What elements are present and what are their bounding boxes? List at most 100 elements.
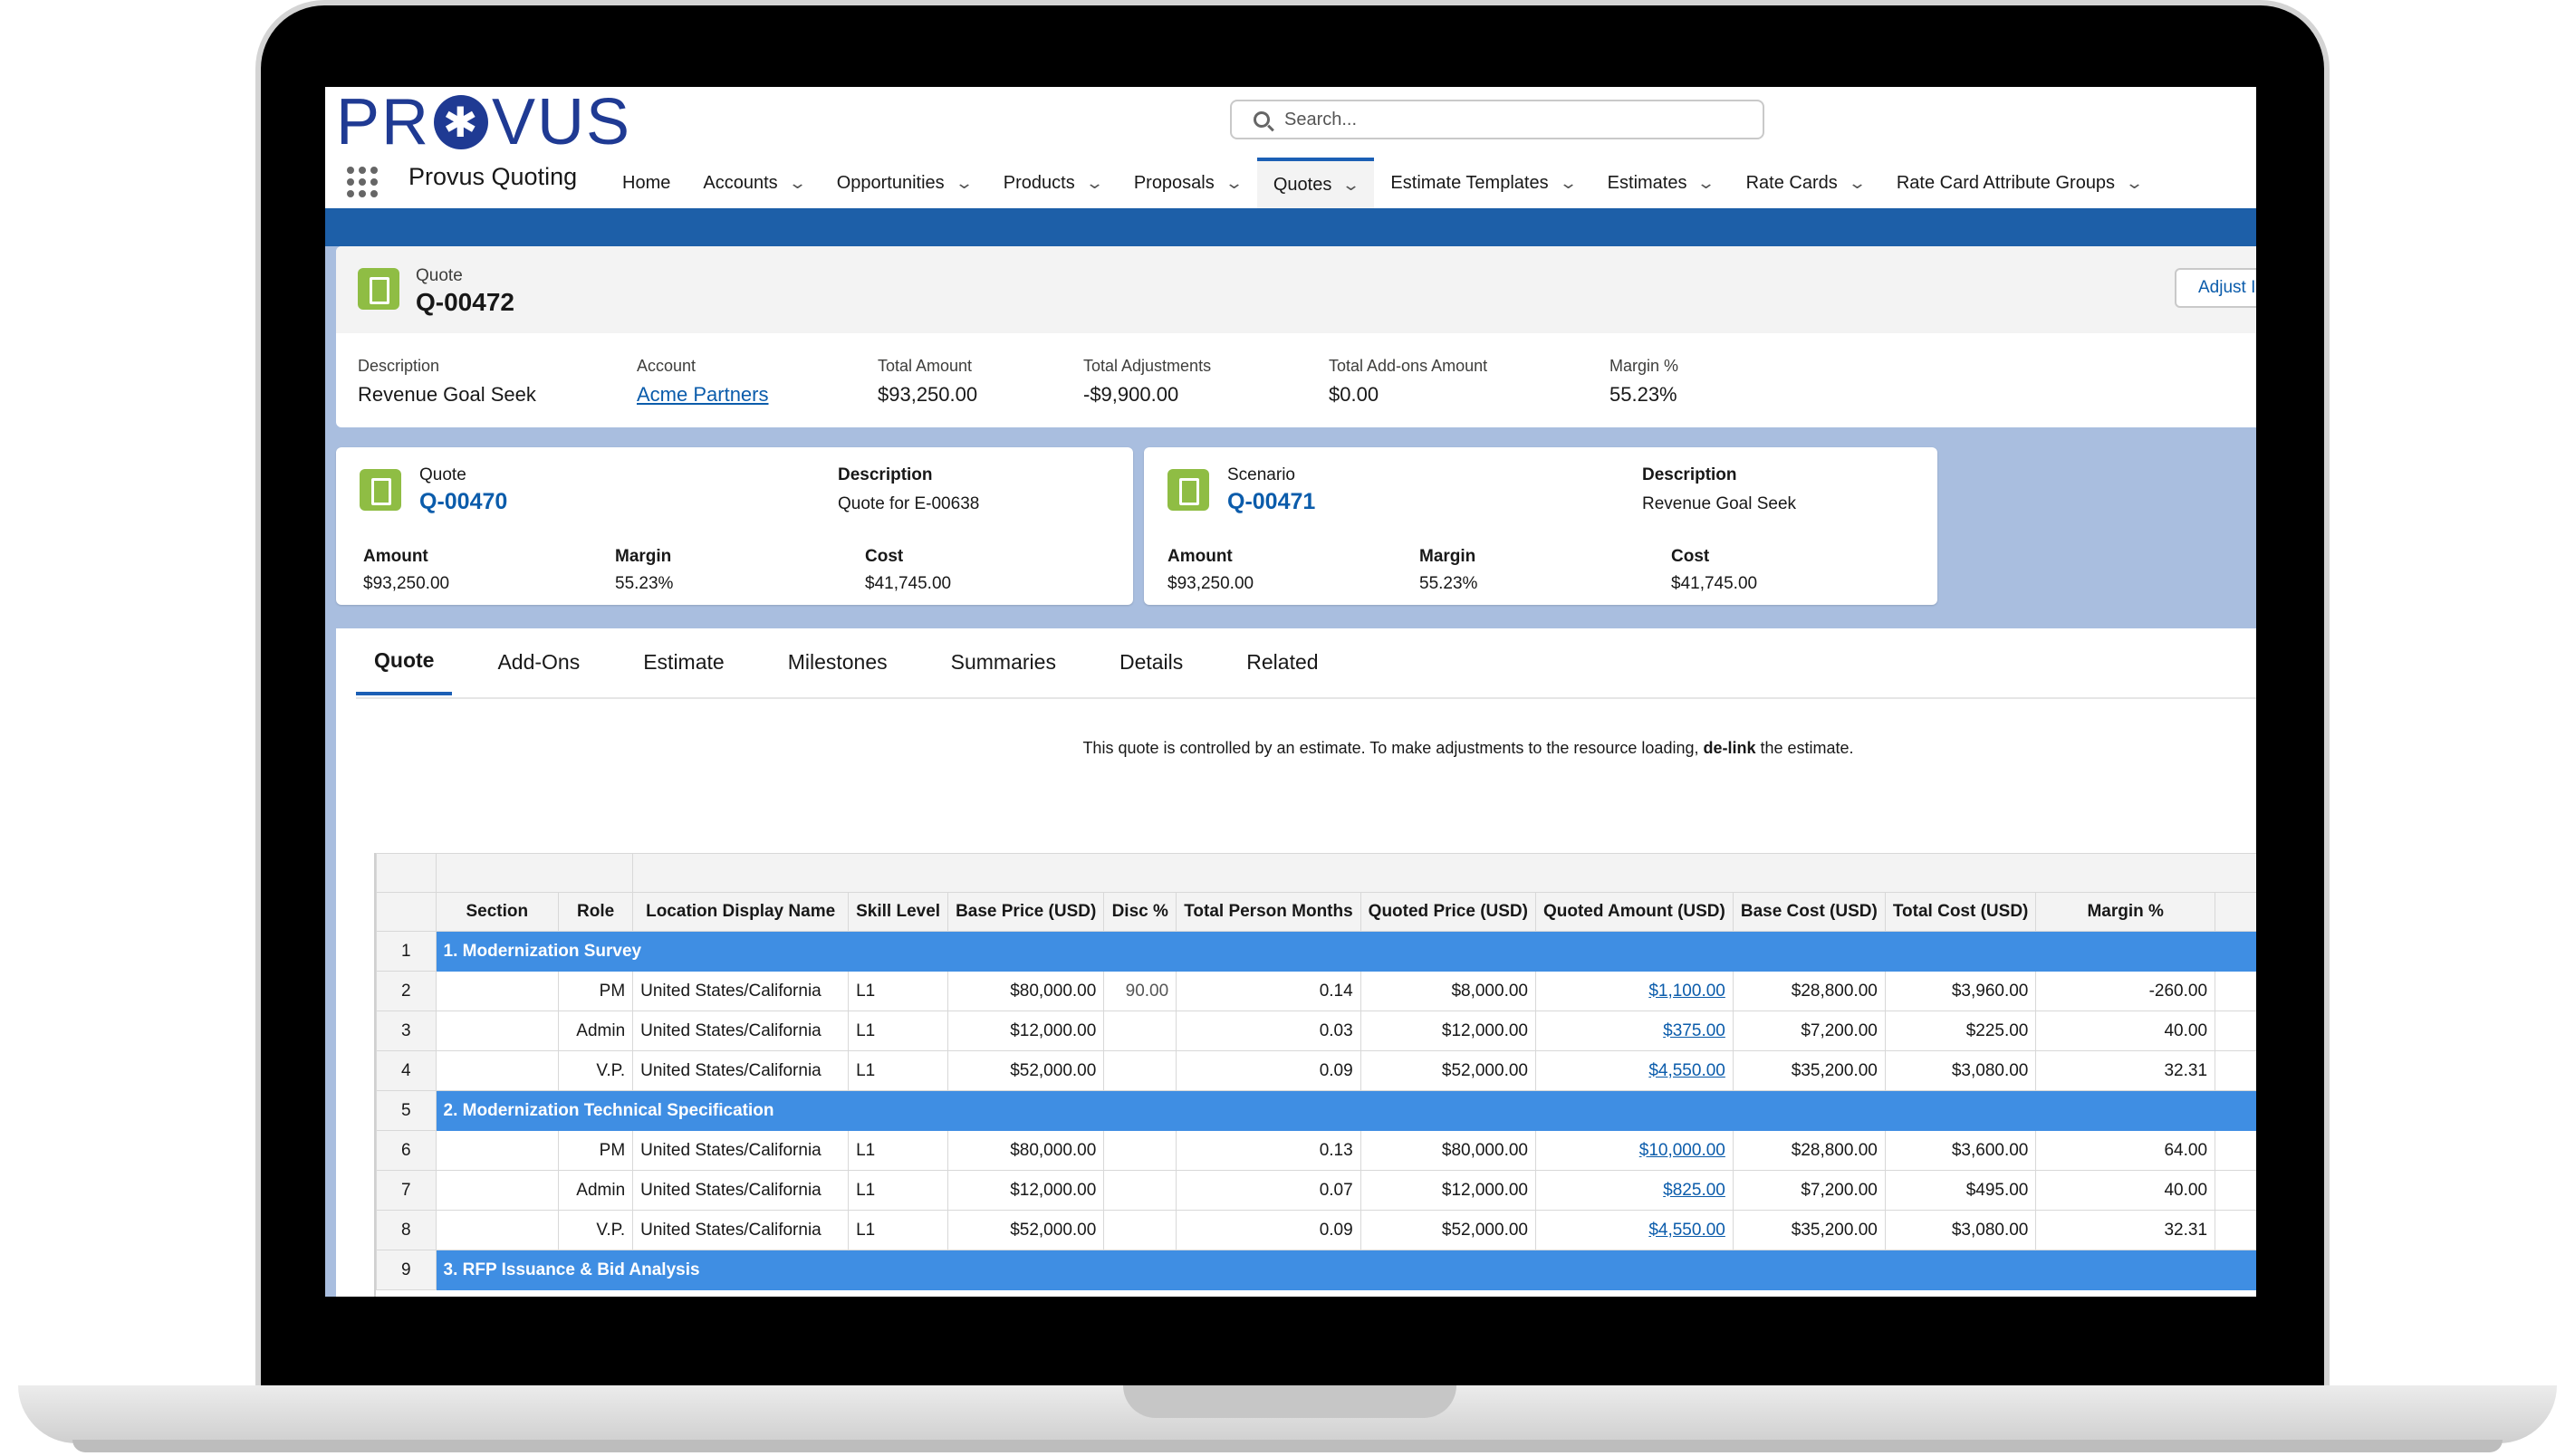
nav-item-rate-card-attribute-groups[interactable]: Rate Card Attribute Groups ⌄ bbox=[1880, 158, 2157, 208]
chevron-down-icon[interactable]: ⌄ bbox=[2125, 174, 2144, 193]
chevron-down-icon[interactable]: ⌄ bbox=[1559, 174, 1578, 193]
chevron-down-icon[interactable]: ⌄ bbox=[788, 174, 807, 193]
column-header-quoted-amount-usd[interactable]: Quoted Amount (USD) bbox=[1534, 892, 1734, 932]
provus-logo: PR VUS bbox=[336, 87, 631, 158]
chevron-down-icon[interactable]: ⌄ bbox=[1848, 174, 1867, 193]
field-total-adjustments: Total Adjustments -$9,900.00 bbox=[1083, 357, 1211, 407]
cell-quoted-amount[interactable]: $10,000.00 bbox=[1534, 1130, 1734, 1171]
search-input[interactable] bbox=[1283, 108, 1739, 131]
nav-item-home[interactable]: Home bbox=[606, 158, 687, 208]
table-row: 4 V.P. United States/California L1 $52,000.0… bbox=[376, 1050, 2256, 1091]
section-name[interactable]: 1. Modernization Survey bbox=[435, 931, 2256, 972]
record-header-title-area: Quote Q-00472 Adjust I bbox=[336, 246, 2256, 333]
column-header-total-cost-usd[interactable]: Total Cost (USD) bbox=[1884, 892, 2037, 932]
tab-add-ons[interactable]: Add-Ons bbox=[479, 628, 598, 695]
nav-item-estimates[interactable]: Estimates ⌄ bbox=[1591, 158, 1730, 208]
field-value: $0.00 bbox=[1329, 383, 1379, 406]
cell-base-price: $80,000.00 bbox=[947, 971, 1105, 1011]
cell-disc[interactable] bbox=[1103, 1050, 1177, 1091]
notice-text: This quote is controlled by an estimate.… bbox=[1082, 739, 1704, 757]
nav-item-products[interactable]: Products ⌄ bbox=[987, 158, 1118, 208]
column-header-margin[interactable]: Margin % bbox=[2035, 892, 2216, 932]
compare-cost: $41,745.00 bbox=[1671, 574, 1758, 593]
nav-item-estimate-templates[interactable]: Estimate Templates ⌄ bbox=[1374, 158, 1590, 208]
field-label: Margin % bbox=[1609, 357, 1679, 375]
compare-cost-label: Cost bbox=[865, 547, 904, 566]
cell-total-cost: $3,960.00 bbox=[1884, 971, 2037, 1011]
compare-quote-link[interactable]: Q-00470 bbox=[419, 489, 507, 515]
compare-scenario-link[interactable]: Q-00471 bbox=[1227, 489, 1315, 515]
cell-disc[interactable] bbox=[1103, 1210, 1177, 1250]
global-search[interactable] bbox=[1230, 100, 1764, 139]
column-header-base-cost-usd[interactable]: Base Cost (USD) bbox=[1732, 892, 1886, 932]
record-header: Quote Q-00472 Adjust I Description Revenu… bbox=[336, 246, 2256, 427]
chevron-down-icon[interactable]: ⌄ bbox=[1696, 174, 1715, 193]
tab-quote[interactable]: Quote bbox=[356, 628, 453, 695]
nav-item-opportunities[interactable]: Opportunities ⌄ bbox=[821, 158, 987, 208]
compare-description-label: Description bbox=[838, 465, 933, 484]
grid-group-header bbox=[435, 853, 634, 893]
cell-total-cost: $225.00 bbox=[1884, 1011, 2037, 1051]
cell-margin: 40.00 bbox=[2035, 1011, 2216, 1051]
cell-location: United States/California bbox=[632, 1170, 850, 1211]
column-header-section[interactable]: Section bbox=[435, 892, 560, 932]
cell-disc[interactable] bbox=[1103, 1130, 1177, 1171]
column-header-role[interactable]: Role bbox=[558, 892, 634, 932]
cell-base-price: $80,000.00 bbox=[947, 1130, 1105, 1171]
cell-disc[interactable]: 90.00 bbox=[1103, 971, 1177, 1011]
cell-quoted-amount[interactable]: $825.00 bbox=[1534, 1170, 1734, 1211]
cell-skill: L1 bbox=[848, 971, 949, 1011]
tab-estimate[interactable]: Estimate bbox=[625, 628, 742, 695]
cell-months: 0.13 bbox=[1176, 1130, 1361, 1171]
compare-type: Scenario bbox=[1227, 465, 1295, 484]
tab-related[interactable]: Related bbox=[1228, 628, 1336, 695]
column-header-total-person-months[interactable]: Total Person Months bbox=[1176, 892, 1361, 932]
cell-role: V.P. bbox=[558, 1210, 634, 1250]
chevron-down-icon[interactable]: ⌄ bbox=[1341, 176, 1360, 195]
cell-disc[interactable] bbox=[1103, 1170, 1177, 1211]
account-link[interactable]: Acme Partners bbox=[637, 383, 769, 407]
cell-role: PM bbox=[558, 1130, 634, 1171]
chevron-down-icon[interactable]: ⌄ bbox=[1085, 174, 1104, 193]
app-launcher-icon[interactable] bbox=[347, 167, 378, 197]
cell-quoted-price: $12,000.00 bbox=[1360, 1170, 1536, 1211]
quote-grid: Section Role Location Display Name Skill Le… bbox=[374, 853, 2256, 1297]
grid-group-header bbox=[632, 853, 2256, 893]
section-name[interactable]: 3. RFP Issuance & Bid Analysis bbox=[435, 1250, 2256, 1290]
search-icon bbox=[1254, 111, 1270, 128]
record-type: Quote bbox=[416, 266, 463, 285]
row-number: 8 bbox=[376, 1210, 437, 1250]
banner-band bbox=[325, 208, 2256, 246]
chevron-down-icon[interactable]: ⌄ bbox=[955, 174, 974, 193]
column-header-disc[interactable]: Disc % bbox=[1103, 892, 1177, 932]
section-row: 5 2. Modernization Technical Specificatio… bbox=[376, 1090, 2256, 1131]
nav-item-quotes[interactable]: Quotes ⌄ bbox=[1256, 158, 1375, 208]
column-header-base-price-usd[interactable]: Base Price (USD) bbox=[947, 892, 1105, 932]
cell-role: V.P. bbox=[558, 1050, 634, 1091]
cell-skill: L1 bbox=[848, 1050, 949, 1091]
adjust-button[interactable]: Adjust I bbox=[2175, 268, 2256, 308]
tab-details[interactable]: Details bbox=[1101, 628, 1201, 695]
cell-quoted-amount[interactable]: $1,100.00 bbox=[1534, 971, 1734, 1011]
cell-margin: 32.31 bbox=[2035, 1210, 2216, 1250]
cell-quoted-amount[interactable]: $4,550.00 bbox=[1534, 1210, 1734, 1250]
nav-item-accounts[interactable]: Accounts ⌄ bbox=[687, 158, 820, 208]
section-name[interactable]: 2. Modernization Technical Specification bbox=[435, 1090, 2256, 1131]
cell-base-price: $52,000.00 bbox=[947, 1210, 1105, 1250]
cell-quoted-amount[interactable]: $4,550.00 bbox=[1534, 1050, 1734, 1091]
logo-text-start: PR bbox=[336, 87, 431, 158]
nav-item-proposals[interactable]: Proposals ⌄ bbox=[1118, 158, 1257, 208]
cell-quoted-amount[interactable]: $375.00 bbox=[1534, 1011, 1734, 1051]
column-header-quoted-price-usd[interactable]: Quoted Price (USD) bbox=[1360, 892, 1536, 932]
nav-item-rate-cards[interactable]: Rate Cards ⌄ bbox=[1730, 158, 1880, 208]
compare-margin-label: Margin bbox=[1419, 547, 1476, 566]
cell-disc[interactable] bbox=[1103, 1011, 1177, 1051]
tab-milestones[interactable]: Milestones bbox=[770, 628, 906, 695]
chevron-down-icon[interactable]: ⌄ bbox=[1225, 174, 1244, 193]
column-header-skill-level[interactable]: Skill Level bbox=[848, 892, 949, 932]
tab-summaries[interactable]: Summaries bbox=[933, 628, 1074, 695]
column-header-location-display-name[interactable]: Location Display Name bbox=[632, 892, 850, 932]
cell-quoted-price: $12,000.00 bbox=[1360, 1011, 1536, 1051]
cell-total-cost: $3,600.00 bbox=[1884, 1130, 2037, 1171]
quote-grid-table: Section Role Location Display Name Skill Le… bbox=[376, 853, 2256, 1290]
